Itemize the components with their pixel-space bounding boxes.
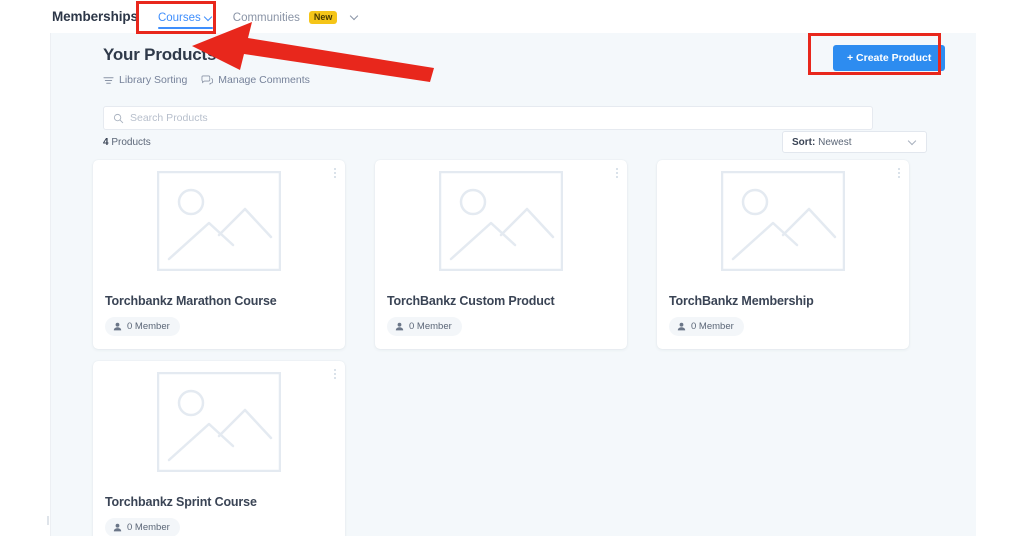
main-content-area: Your Products Library Sorting Manage Com… xyxy=(50,33,976,536)
page-subactions: Library Sorting Manage Comments xyxy=(103,74,310,86)
more-vertical-icon[interactable] xyxy=(616,168,618,178)
new-badge: New xyxy=(308,10,338,25)
product-title: Torchbankz Marathon Course xyxy=(105,294,277,308)
nav-tab-courses-label: Courses xyxy=(157,11,201,24)
chevron-down-icon xyxy=(909,138,917,146)
top-navigation-bar: Memberships Courses Communities New xyxy=(0,0,1024,33)
member-count-badge: 0 Member xyxy=(105,518,180,536)
member-count-label: 0 Member xyxy=(127,321,170,332)
nav-tab-courses[interactable]: Courses xyxy=(157,0,213,33)
right-gutter xyxy=(976,33,1024,536)
sort-prefix: Sort: xyxy=(792,136,816,148)
person-icon xyxy=(113,322,122,331)
nav-tab-communities-label: Communities xyxy=(232,11,300,24)
more-vertical-icon[interactable] xyxy=(334,168,336,178)
product-title: Torchbankz Sprint Course xyxy=(105,495,257,509)
search-bar[interactable] xyxy=(103,106,873,130)
sort-value: Newest xyxy=(815,136,852,148)
product-title: TorchBankz Membership xyxy=(669,294,814,308)
create-product-button[interactable]: + Create Product xyxy=(833,45,946,71)
product-thumbnail xyxy=(669,170,897,276)
sort-dropdown[interactable]: Sort: Newest xyxy=(782,131,927,153)
manage-comments-label: Manage Comments xyxy=(218,74,310,86)
chevron-down-icon xyxy=(205,14,213,22)
search-input[interactable] xyxy=(130,107,863,129)
person-icon xyxy=(677,322,686,331)
image-placeholder-icon xyxy=(438,170,564,276)
product-title: TorchBankz Custom Product xyxy=(387,294,555,308)
sort-lines-icon xyxy=(103,75,114,86)
product-count-label: Products xyxy=(108,137,151,148)
person-icon xyxy=(113,523,122,532)
product-card[interactable]: Torchbankz Marathon Course 0 Member xyxy=(93,160,345,349)
member-count-label: 0 Member xyxy=(691,321,734,332)
more-vertical-icon[interactable] xyxy=(334,369,336,379)
nav-tab-communities[interactable]: Communities New xyxy=(233,0,338,33)
product-grid: Torchbankz Marathon Course 0 Member Torc… xyxy=(93,160,973,536)
page-title: Your Products xyxy=(103,45,217,64)
sort-dropdown-text: Sort: Newest xyxy=(792,137,851,148)
manage-comments-link[interactable]: Manage Comments xyxy=(201,74,310,86)
gutter-tick-mark xyxy=(47,516,49,525)
comment-bubble-icon xyxy=(201,75,214,86)
brand-title: Memberships xyxy=(52,9,138,24)
image-placeholder-icon xyxy=(156,170,282,276)
library-sorting-link[interactable]: Library Sorting xyxy=(103,74,187,86)
image-placeholder-icon xyxy=(720,170,846,276)
member-count-label: 0 Member xyxy=(409,321,452,332)
active-tab-underline xyxy=(157,27,213,29)
product-card[interactable]: TorchBankz Custom Product 0 Member xyxy=(375,160,627,349)
product-thumbnail xyxy=(387,170,615,276)
page-header: Your Products Library Sorting Manage Com… xyxy=(103,45,310,86)
product-thumbnail xyxy=(105,170,333,276)
left-gutter xyxy=(0,33,50,536)
member-count-label: 0 Member xyxy=(127,522,170,533)
image-placeholder-icon xyxy=(156,371,282,477)
product-count: 4 Products xyxy=(103,137,151,148)
app-root: Memberships Courses Communities New Your… xyxy=(0,0,1024,536)
member-count-badge: 0 Member xyxy=(669,317,744,336)
member-count-badge: 0 Member xyxy=(105,317,180,336)
product-card[interactable]: Torchbankz Sprint Course 0 Member xyxy=(93,361,345,536)
library-sorting-label: Library Sorting xyxy=(119,74,188,86)
member-count-badge: 0 Member xyxy=(387,317,462,336)
product-thumbnail xyxy=(105,371,333,477)
person-icon xyxy=(395,322,404,331)
product-card[interactable]: TorchBankz Membership 0 Member xyxy=(657,160,909,349)
search-icon xyxy=(113,113,124,124)
more-vertical-icon[interactable] xyxy=(898,168,900,178)
nav-overflow-chevron-down-icon[interactable] xyxy=(351,13,359,21)
